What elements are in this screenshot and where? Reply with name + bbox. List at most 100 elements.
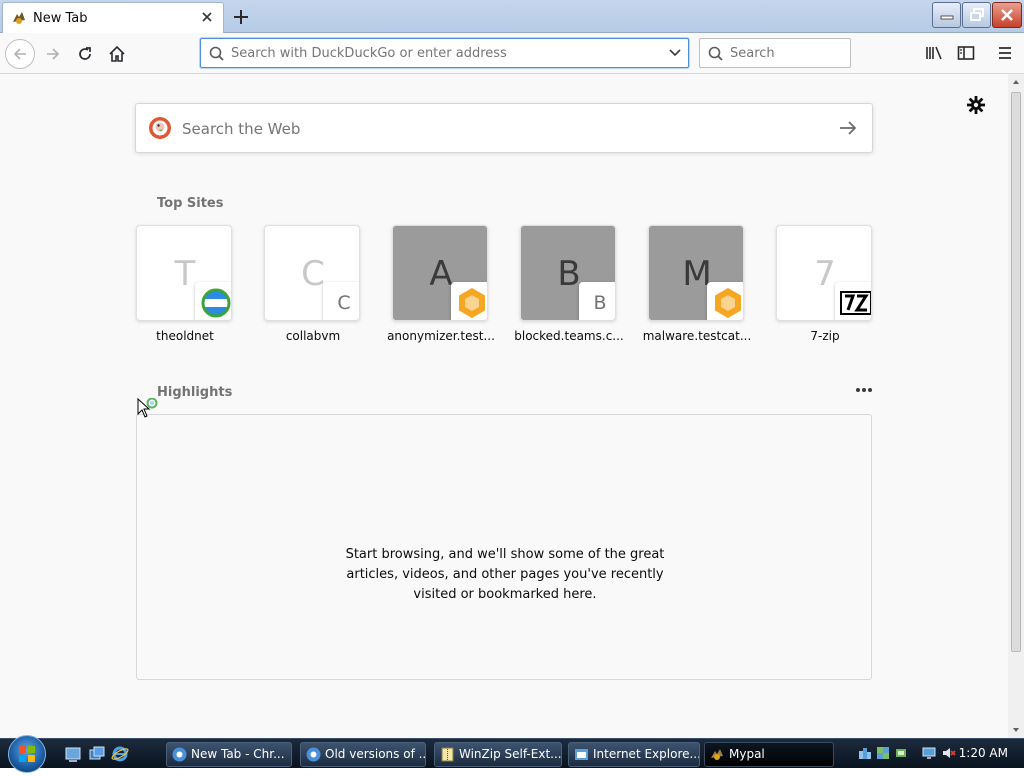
window-controls (932, 2, 1022, 30)
library-icon (926, 46, 942, 60)
tab-strip: New Tab (0, 0, 1024, 33)
top-site-label: malware.testcat... (642, 329, 752, 343)
top-site-thumbnail: M (648, 225, 744, 321)
internet-explorer-icon[interactable] (111, 745, 129, 763)
top-site-tile[interactable]: Aanonymizer.test... (387, 225, 495, 343)
search-bar[interactable] (699, 38, 851, 68)
minimize-button[interactable] (932, 2, 961, 28)
theoldnet-logo-icon (195, 282, 231, 320)
web-search-box[interactable] (135, 103, 873, 153)
tray-monitor-icon[interactable] (922, 746, 936, 760)
highlights-empty-message: Start browsing, and we'll show some of t… (345, 547, 665, 602)
scroll-up-icon[interactable] (1012, 78, 1020, 86)
sidebar-icon (957, 46, 975, 60)
chevron-down-icon[interactable] (668, 47, 682, 59)
tab-new-tab[interactable]: New Tab (2, 2, 224, 33)
taskbar-task-button[interactable]: Old versions of ... (300, 742, 426, 767)
hexagon-logo-icon (451, 282, 487, 320)
top-site-label: collabvm (285, 329, 341, 343)
menu-button[interactable] (994, 42, 1016, 64)
top-site-label: 7-zip (810, 329, 840, 343)
taskbar-task-button[interactable]: New Tab - Chr... (166, 742, 292, 767)
back-arrow-icon (13, 48, 26, 60)
restore-icon (969, 8, 984, 21)
search-icon (708, 46, 723, 61)
more-options-icon[interactable] (853, 383, 875, 397)
scroll-down-icon[interactable] (1012, 726, 1020, 734)
navigation-toolbar (0, 33, 1024, 74)
taskbar-task-label: WinZip Self-Ext... (459, 747, 562, 761)
tray-safely-remove-icon[interactable] (894, 746, 908, 760)
taskbar-task-label: Mypal (729, 747, 765, 761)
top-sites-heading: Top Sites (157, 196, 224, 211)
tab-title: New Tab (33, 11, 88, 26)
top-site-thumbnail: CC (264, 225, 360, 321)
taskbar-task-button[interactable]: WinZip Self-Ext... (434, 742, 562, 767)
restore-button[interactable] (962, 2, 991, 28)
show-desktop-icon[interactable] (64, 745, 82, 763)
gear-icon[interactable] (965, 94, 987, 116)
top-site-label: blocked.teams.c... (514, 329, 624, 343)
taskbar-task-label: Internet Explore... (593, 747, 700, 761)
switch-windows-icon[interactable] (88, 745, 106, 763)
address-input[interactable] (231, 44, 651, 62)
home-button[interactable] (102, 39, 132, 69)
scrollbar-thumb[interactable] (1011, 92, 1021, 652)
taskbar-task-label: New Tab - Chr... (191, 747, 285, 761)
taskbar-task-button[interactable]: Mypal (704, 742, 834, 767)
back-button[interactable] (5, 39, 35, 69)
new-tab-plus-icon[interactable] (230, 6, 252, 28)
start-button[interactable] (8, 735, 46, 773)
highlights-heading: Highlights (157, 385, 233, 400)
new-tab-page: Top Sites Ttheoldnet CC collabvm Aanonymize… (0, 74, 1008, 738)
tray-app-icon[interactable] (858, 746, 872, 760)
address-bar[interactable] (200, 38, 689, 68)
home-icon (109, 45, 125, 62)
chrome-icon (306, 747, 321, 762)
close-tab-icon[interactable] (199, 9, 215, 25)
sidebar-button[interactable] (955, 42, 977, 64)
tray-network-icon[interactable] (876, 746, 890, 760)
top-site-thumbnail: T (136, 225, 232, 321)
volume-muted-icon[interactable] (942, 746, 956, 760)
reload-button[interactable] (70, 39, 100, 69)
chrome-icon (172, 747, 187, 762)
top-site-tile[interactable]: Mmalware.testcat... (643, 225, 751, 343)
windows-taskbar: New Tab - Chr... Old versions of ... WinZi… (0, 735, 1024, 773)
top-site-tile[interactable]: B B blocked.teams.c... (514, 225, 624, 343)
search-input[interactable] (730, 44, 840, 62)
forward-arrow-icon (47, 48, 60, 60)
mypal-icon (711, 749, 723, 760)
library-button[interactable] (923, 42, 945, 64)
top-site-letter-icon: C (323, 282, 359, 320)
top-site-thumbnail: BB (520, 225, 616, 321)
duckduckgo-logo-icon (149, 117, 171, 139)
reload-icon (79, 47, 91, 60)
minimize-icon (940, 15, 953, 20)
top-site-thumbnail: 7 (776, 225, 872, 321)
7zip-logo-icon (835, 282, 871, 320)
mypal-favicon-icon (13, 12, 25, 24)
taskbar-task-label: Old versions of ... (325, 747, 426, 761)
busy-cursor-icon (137, 398, 158, 418)
taskbar-task-button[interactable]: Internet Explore... (568, 742, 700, 767)
highlights-empty-state: Start browsing, and we'll show some of t… (136, 414, 872, 680)
winzip-icon (441, 747, 454, 762)
arrow-right-icon[interactable] (838, 119, 858, 137)
hamburger-menu-icon (999, 47, 1011, 59)
top-site-thumbnail: A (392, 225, 488, 321)
top-site-tile[interactable]: Ttheoldnet (136, 225, 234, 343)
vertical-scrollbar[interactable] (1008, 74, 1024, 738)
top-site-label: anonymizer.test... (387, 329, 495, 343)
system-clock[interactable]: 1:20 AM (959, 746, 1008, 760)
search-icon (209, 46, 224, 61)
windows-logo-icon (19, 746, 35, 762)
system-tray: 1:20 AM (850, 739, 1024, 769)
top-site-letter-icon: B (579, 282, 615, 320)
forward-button[interactable] (38, 39, 68, 69)
top-site-tile[interactable]: C C collabvm (264, 225, 362, 343)
close-window-button[interactable] (992, 2, 1022, 28)
internet-explorer-icon (575, 749, 588, 760)
top-site-tile[interactable]: 7 7-zip (776, 225, 874, 343)
web-search-input[interactable] (182, 118, 802, 140)
